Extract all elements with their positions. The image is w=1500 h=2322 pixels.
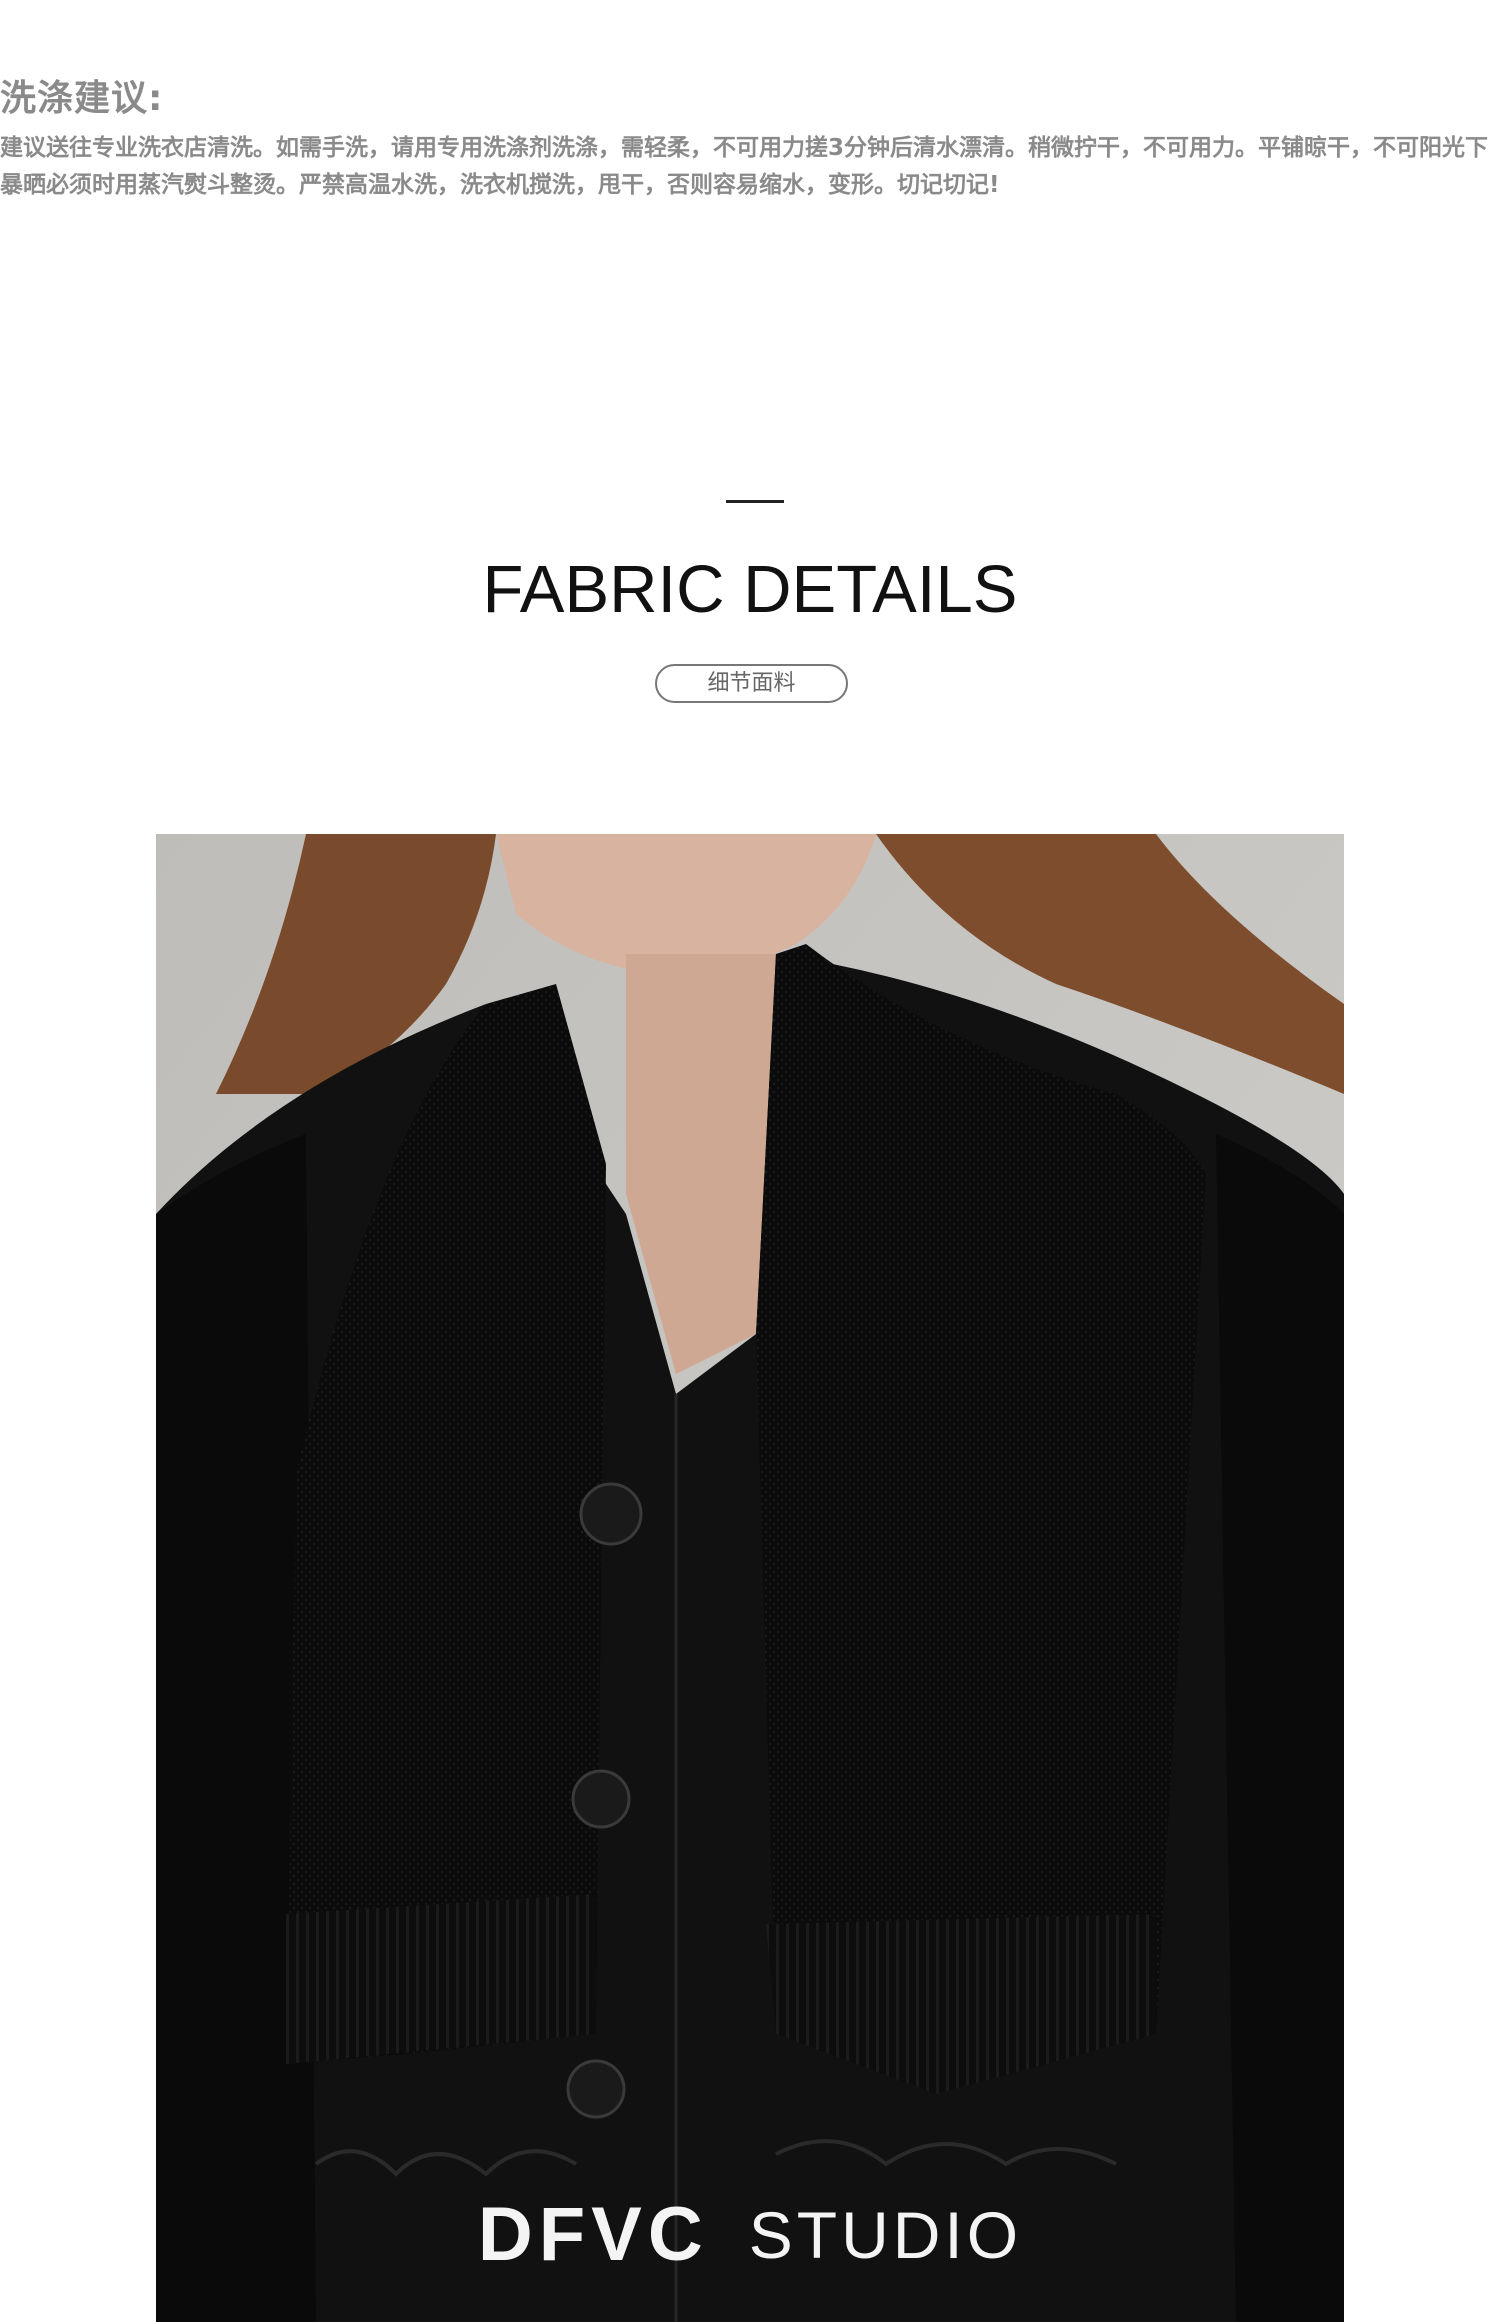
brand-logo: DFVC <box>477 2192 709 2277</box>
care-instructions: 洗涤建议: 建议送往专业洗衣店清洗。如需手洗，请用专用洗涤剂洗涤，需轻柔，不可用… <box>0 74 1500 204</box>
care-title: 洗涤建议: <box>0 78 164 119</box>
section-heading: FABRIC DETAILS <box>482 552 1018 627</box>
brand-watermark: DFVC STUDIO <box>156 2191 1344 2278</box>
brand-studio-label: STUDIO <box>748 2197 1023 2272</box>
product-detail-photo: DFVC STUDIO <box>156 834 1344 2322</box>
garment-illustration <box>156 834 1344 2322</box>
section-badge: 细节面料 <box>655 664 848 703</box>
care-body: 建议送往专业洗衣店清洗。如需手洗，请用专用洗涤剂洗涤，需轻柔，不可用力搓3分钟后… <box>0 135 1489 198</box>
section-divider <box>726 500 784 503</box>
